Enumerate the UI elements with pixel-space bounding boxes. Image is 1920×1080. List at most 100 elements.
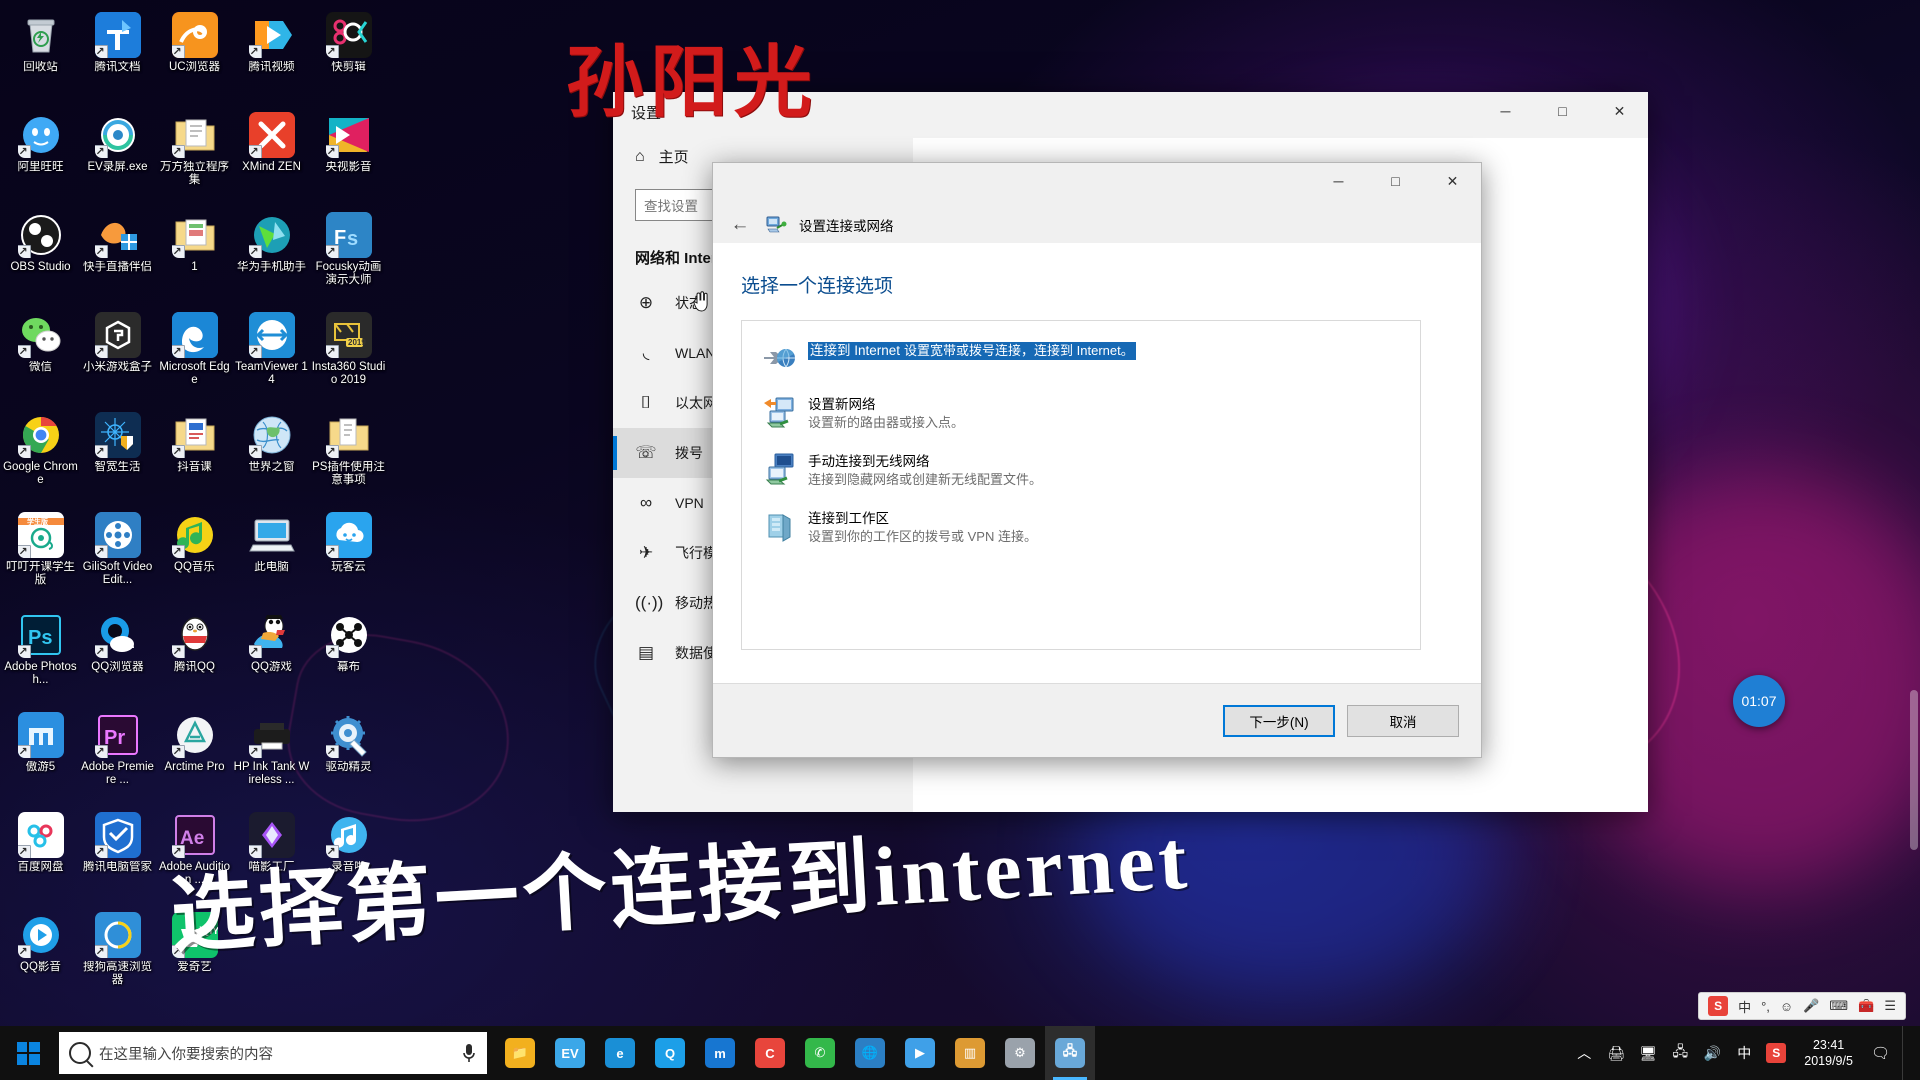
desktop-icon-xmind[interactable]: ↗ XMind ZEN [233, 106, 310, 206]
desktop-icon-baidu-netdisk[interactable]: ↗ 百度网盘 [2, 806, 79, 906]
taskbar-app-maxthon[interactable]: m [695, 1026, 745, 1080]
back-arrow-icon[interactable]: ← [727, 212, 753, 238]
cancel-button[interactable]: 取消 [1347, 704, 1459, 737]
desktop-icon-wechat[interactable]: ↗ 微信 [2, 306, 79, 406]
desktop-icon-obs[interactable]: ↗ OBS Studio [2, 206, 79, 306]
desktop-icon-qq-games[interactable]: ↗ QQ游戏 [233, 606, 310, 706]
mic-icon[interactable]: 🎤 [1803, 998, 1819, 1014]
desktop-icon-gilisoft[interactable]: ↗ GiliSoft Video Edit... [79, 506, 156, 606]
desktop-icon-miaoying[interactable]: ↗ 喵影工厂 [233, 806, 310, 906]
tray-ime-mode[interactable]: 中 [1734, 1043, 1754, 1063]
dialog-close-button[interactable]: ✕ [1424, 163, 1481, 199]
sogou-ime-icon[interactable]: S [1708, 996, 1729, 1016]
desktop-icon-hp-printer[interactable]: ↗ HP Ink Tank Wireless ... [233, 706, 310, 806]
cortana-mic-icon[interactable] [461, 1042, 477, 1064]
dialog-titlebar[interactable]: ─ □ ✕ [713, 163, 1481, 207]
volume-icon[interactable]: 🔊 [1702, 1043, 1722, 1063]
taskbar-app-qq-browser[interactable]: Q [645, 1026, 695, 1080]
desktop-icon-luyinla[interactable]: ↗ 录音啦 [310, 806, 387, 906]
taskbar-app-xmind[interactable]: ▥ [945, 1026, 995, 1080]
desktop-icon-qq-music[interactable]: ↗ QQ音乐 [156, 506, 233, 606]
action-center-icon[interactable]: 🗨 [1871, 1044, 1890, 1062]
desktop-icon-iqiyi[interactable]: iQIYI ↗ 爱奇艺 [156, 906, 233, 1006]
keyboard-icon[interactable]: ⌨ [1829, 998, 1848, 1014]
desktop-scrollbar[interactable] [1910, 690, 1918, 850]
desktop-icon-cctv-video[interactable]: ↗ 央视影音 [310, 106, 387, 206]
connection-option-4[interactable]: 连接到工作区 设置到你的工作区的拨号或 VPN 连接。 [742, 503, 1420, 552]
recording-timer-badge[interactable]: 01:07 [1733, 675, 1785, 727]
show-desktop-button[interactable] [1902, 1026, 1912, 1080]
settings-close-button[interactable]: ✕ [1591, 92, 1648, 130]
desktop-icon-chrome[interactable]: ↗ Google Chrome [2, 406, 79, 506]
desktop-icon-this-pc[interactable]: 此电脑 [233, 506, 310, 606]
desktop-icon-sogou-browser[interactable]: ↗ 搜狗高速浏览器 [79, 906, 156, 1006]
taskbar-clock[interactable]: 23:41 2019/9/5 [1798, 1037, 1859, 1069]
taskbar-app-ev-recorder[interactable]: EV [545, 1026, 595, 1080]
menu-icon[interactable]: ☰ [1884, 998, 1896, 1014]
taskbar-app-internet-explorer[interactable]: e [595, 1026, 645, 1080]
desktop-icon-qq-browser[interactable]: ↗ QQ浏览器 [79, 606, 156, 706]
desktop-icon-theworld[interactable]: ↗ 世界之窗 [233, 406, 310, 506]
tray-chevron-icon[interactable]: ︿ [1574, 1043, 1594, 1063]
settings-maximize-button[interactable]: □ [1534, 92, 1591, 130]
desktop-icon-aliwangwang[interactable]: ↗ 阿里旺旺 [2, 106, 79, 206]
desktop-icon-uc-browser[interactable]: ↗ UC浏览器 [156, 6, 233, 106]
desktop-icon-recycle[interactable]: 回收站 [2, 6, 79, 106]
printer-icon[interactable]: 🖨 [1606, 1043, 1626, 1063]
taskbar[interactable]: 在这里输入你要搜索的内容 📁 EV e Qm C ✆ 🌐 ▶ ▥ ⚙ 🖧 ︿ 🖨 🖥 🖧 🔊 中 S… [0, 1026, 1920, 1080]
connection-option-2[interactable]: 设置新网络 设置新的路由器或接入点。 [742, 389, 1420, 438]
desktop-icon-huawei-hisuite[interactable]: ↗ 华为手机助手 [233, 206, 310, 306]
connection-options-list[interactable]: 连接到 Internet 设置宽带或拨号连接，连接到 Internet。 设置新网络… [741, 320, 1421, 650]
desktop-icon-ev-recorder[interactable]: ↗ EV录屏.exe [79, 106, 156, 206]
desktop-icon-qq-pcmgr[interactable]: ↗ 腾讯电脑管家 [79, 806, 156, 906]
desktop-icon-premiere[interactable]: Pr ↗ Adobe Premiere ... [79, 706, 156, 806]
monitor-icon[interactable]: 🖥 [1638, 1043, 1658, 1063]
taskbar-app-network-setup[interactable]: 🖧 [1045, 1026, 1095, 1080]
toolbox-icon[interactable]: 🧰 [1858, 998, 1874, 1014]
desktop-icon-ps-notes-folder[interactable]: ↗ PS插件使用注意事项 [310, 406, 387, 506]
desktop-icon-tencent-docs[interactable]: ↗ 腾讯文档 [79, 6, 156, 106]
desktop-icon-douyin-folder[interactable]: ↗ 抖音课 [156, 406, 233, 506]
taskbar-app-google-chrome[interactable]: C [745, 1026, 795, 1080]
settings-minimize-button[interactable]: ─ [1477, 92, 1534, 130]
taskbar-app-file-explorer[interactable]: 📁 [495, 1026, 545, 1080]
desktop-icon-audition[interactable]: Ae ↗ Adobe Audition ... [156, 806, 233, 906]
desktop-icon-photoshop[interactable]: Ps ↗ Adobe Photosh... [2, 606, 79, 706]
taskbar-app-theworld-browser[interactable]: 🌐 [845, 1026, 895, 1080]
desktop-icon-dingding-class[interactable]: 学生版 ↗ 叮叮开课学生版 [2, 506, 79, 606]
dialog-window-controls[interactable]: ─ □ ✕ [1310, 163, 1481, 199]
smiley-icon[interactable]: ☺ [1780, 999, 1793, 1014]
desktop-icon-tencent-qq[interactable]: ↗ 腾讯QQ [156, 606, 233, 706]
desktop-icon-kuaijianji[interactable]: ↗ 快剪辑 [310, 6, 387, 106]
connection-option-3[interactable]: 手动连接到无线网络 连接到隐藏网络或创建新无线配置文件。 [742, 446, 1420, 495]
settings-titlebar[interactable]: 设置 ─ □ ✕ [613, 92, 1648, 138]
settings-window-controls[interactable]: ─ □ ✕ [1477, 92, 1648, 130]
desktop-icon-arctime[interactable]: ↗ Arctime Pro [156, 706, 233, 806]
dialog-maximize-button[interactable]: □ [1367, 163, 1424, 199]
taskbar-search-input[interactable]: 在这里输入你要搜索的内容 [59, 1032, 487, 1074]
desktop-icon-teamviewer[interactable]: ↗ TeamViewer 14 [233, 306, 310, 406]
desktop-icon-qq-player[interactable]: ↗ QQ影音 [2, 906, 79, 1006]
desktop-icon-edge[interactable]: ↗ Microsoft Edge [156, 306, 233, 406]
taskbar-app-settings[interactable]: ⚙ [995, 1026, 1045, 1080]
desktop-icon-driver-genius[interactable]: ↗ 驱动精灵 [310, 706, 387, 806]
desktop-icon-mubu[interactable]: ↗ 幕布 [310, 606, 387, 706]
taskbar-app-wechat-devtool[interactable]: ✆ [795, 1026, 845, 1080]
taskbar-app-qq-player[interactable]: ▶ [895, 1026, 945, 1080]
desktop-icon-zhikuan[interactable]: ↗ 智宽生活 [79, 406, 156, 506]
start-button[interactable] [0, 1026, 56, 1080]
desktop-icon-wanfang-folder[interactable]: ↗ 万方独立程序集 [156, 106, 233, 206]
desktop-icon-wankeyun[interactable]: ↗ 玩客云 [310, 506, 387, 606]
setup-connection-dialog[interactable]: ─ □ ✕ ← 设置连接或网络 选择一个连接选项 连接到 Internet 设置宽… [712, 162, 1482, 758]
ime-punctuation-toggle[interactable]: °, [1761, 999, 1770, 1014]
ime-toolbar[interactable]: S 中 °, ☺ 🎤 ⌨ 🧰 ☰ [1698, 992, 1906, 1020]
network-icon[interactable]: 🖧 [1670, 1043, 1690, 1063]
connection-option-1[interactable]: 连接到 Internet 设置宽带或拨号连接，连接到 Internet。 [742, 335, 1420, 381]
tray-sogou-icon[interactable]: S [1766, 1043, 1787, 1063]
desktop-icon-focusky[interactable]: Fs ↗ Focusky动画演示大师 [310, 206, 387, 306]
desktop-icon-mi-game-box[interactable]: ↗ 小米游戏盒子 [79, 306, 156, 406]
desktop-icon-insta360[interactable]: 2019 ↗ Insta360 Studio 2019 [310, 306, 387, 406]
desktop-icon-folder-1[interactable]: ↗ 1 [156, 206, 233, 306]
dialog-minimize-button[interactable]: ─ [1310, 163, 1367, 199]
ime-mode-label[interactable]: 中 [1738, 997, 1751, 1016]
